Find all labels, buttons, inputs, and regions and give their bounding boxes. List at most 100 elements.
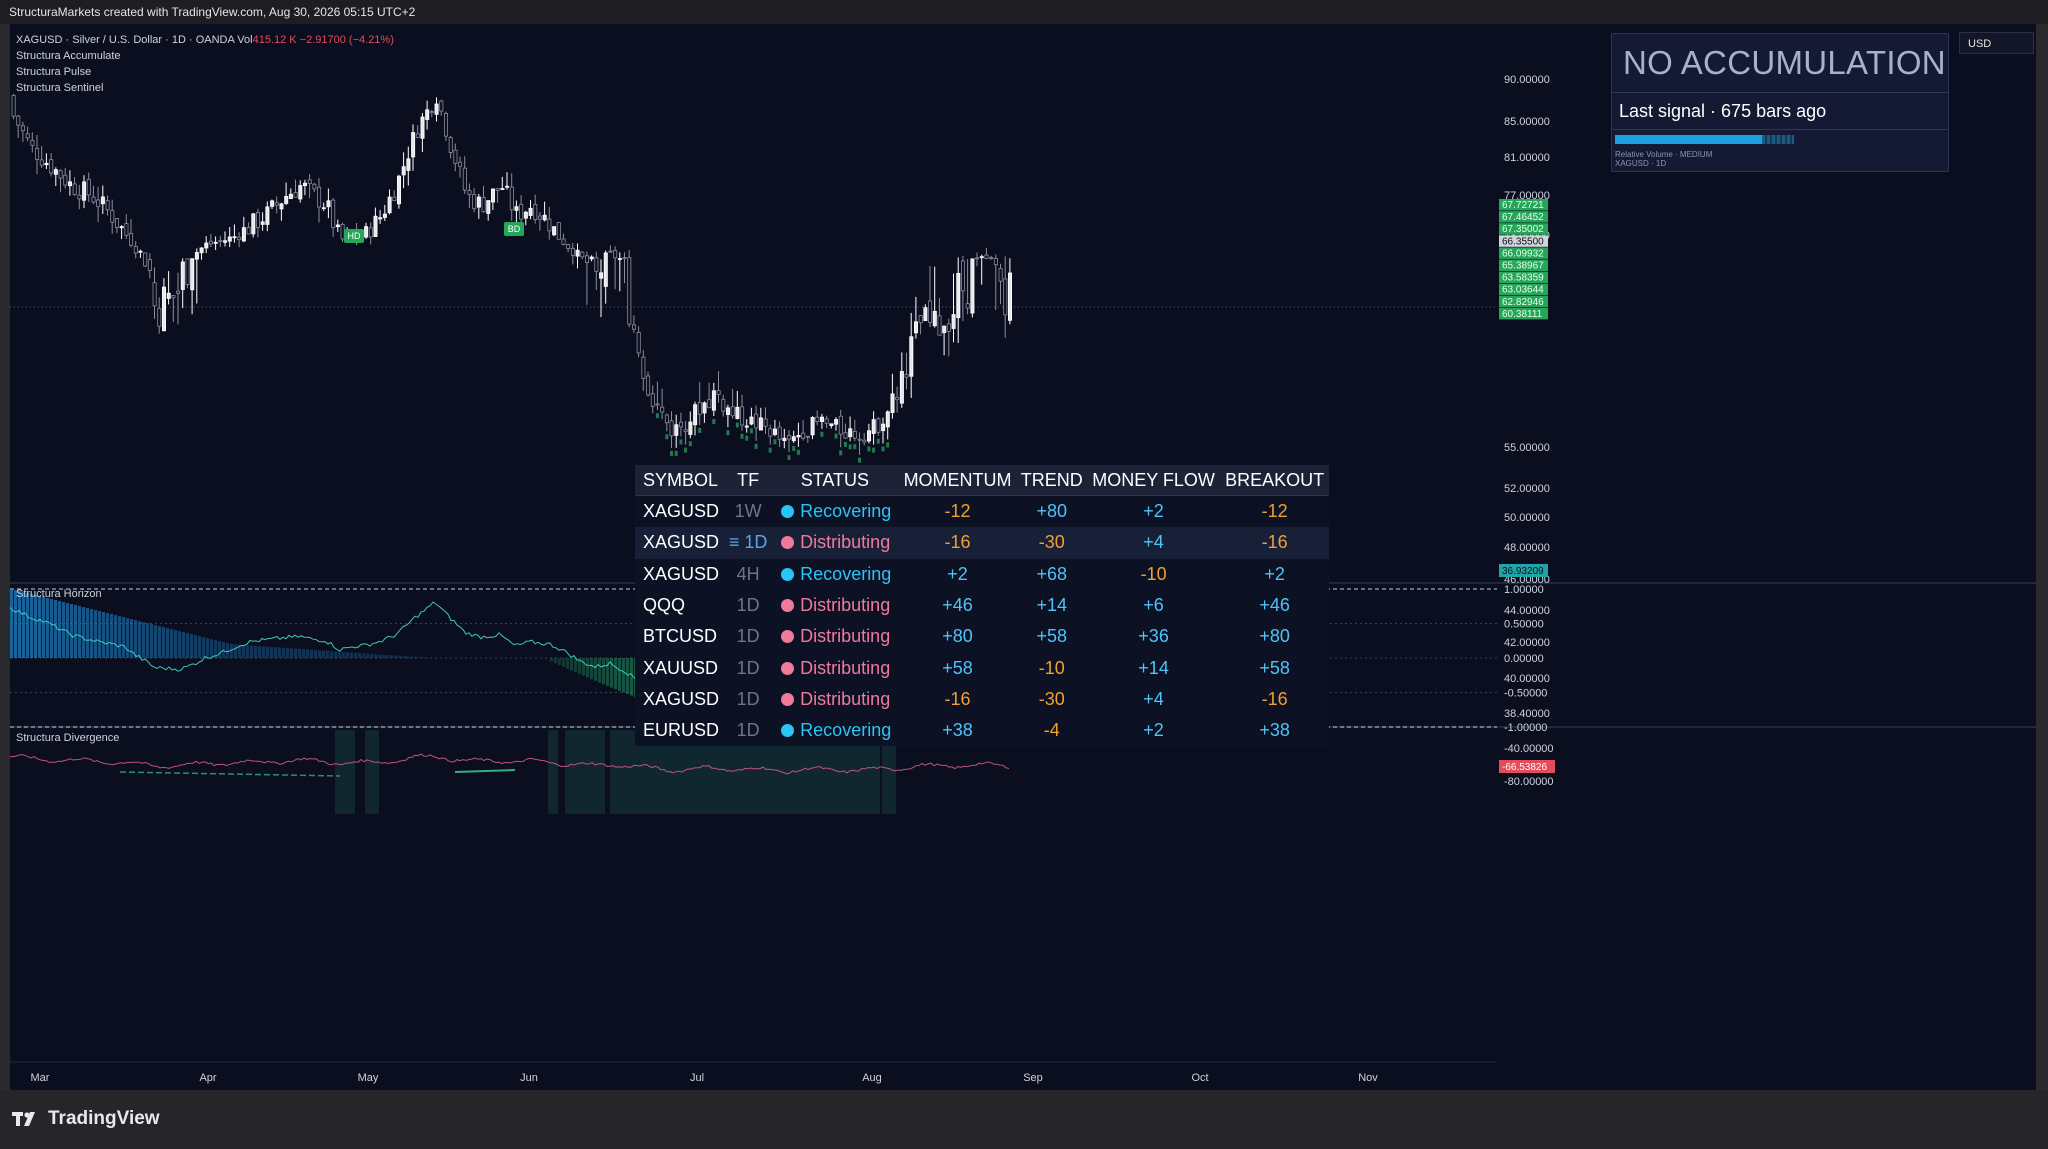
candle-body: [608, 250, 613, 253]
candle-body: [895, 396, 900, 401]
horizon-column: [570, 658, 574, 671]
cell-tf: 1D: [725, 589, 772, 622]
horizon-column: [594, 658, 598, 681]
candle-body: [434, 103, 439, 115]
horizon-column: [94, 610, 98, 658]
legend-vol-value: 415.12 K: [252, 34, 297, 46]
candle-body: [542, 214, 547, 221]
price-axis-tick: 44.00000: [1504, 605, 1550, 617]
candle-body: [321, 207, 326, 210]
status-label: Distributing: [800, 688, 891, 709]
candle-body: [763, 418, 768, 427]
candle-body: [462, 167, 467, 191]
horizon-column: [606, 658, 610, 686]
accumulation-dot: [796, 449, 800, 455]
time-axis-label: Sep: [1023, 1072, 1043, 1084]
status-dot-icon: [781, 505, 795, 519]
horizon-column: [114, 615, 118, 658]
legend-indicator-2[interactable]: Structura Pulse: [16, 64, 394, 80]
horizon-column: [22, 592, 26, 658]
horizon-pane-title[interactable]: Structura Horizon: [16, 588, 102, 600]
horizon-column: [274, 647, 278, 658]
accumulation-dot: [881, 446, 885, 452]
tradingview-brand: TradingView: [48, 1108, 160, 1129]
cell-symbol: QQQ: [635, 589, 726, 622]
accumulation-dot: [820, 431, 824, 437]
chart-area[interactable]: HD BD Mar Apr May Jun Jul Aug Sep Oct Nov 90.00000…: [10, 24, 2036, 1090]
candle-body: [862, 439, 867, 443]
horizon-column: [358, 653, 362, 658]
price-axis-tick: 52.00000: [1504, 483, 1550, 495]
candle-body: [246, 227, 251, 235]
horizon-column: [558, 658, 562, 666]
candle-body: [143, 252, 148, 267]
candle-body: [716, 390, 721, 395]
horizon-column: [414, 656, 418, 658]
divergence-pane-title[interactable]: Structura Divergence: [16, 732, 119, 744]
cell-trend: +14: [1016, 589, 1087, 622]
candle-body: [726, 407, 731, 415]
candle-body: [942, 325, 947, 334]
candle-body: [368, 227, 373, 238]
status-label: Recovering: [800, 563, 892, 584]
candle-body: [72, 183, 77, 195]
candle-body: [218, 240, 223, 242]
status-table-row: XAUUSD 1D Distributing +58 -10 +14 +58: [635, 652, 1329, 684]
candle-body: [35, 148, 40, 160]
status-label: Distributing: [800, 532, 891, 553]
horizon-column: [246, 645, 250, 658]
accumulation-title: NO ACCUMULATION: [1612, 34, 1948, 93]
horizon-column: [566, 658, 570, 669]
horizon-column: [410, 656, 414, 658]
horizon-column: [174, 630, 178, 658]
candle-body: [730, 406, 735, 417]
accumulation-dot: [853, 444, 857, 450]
candle-body: [237, 236, 242, 241]
horizon-column: [602, 658, 606, 685]
horizon-column: [322, 650, 326, 658]
price-level-tag-label: 67.35002: [1502, 224, 1544, 235]
divergence-highlight-band: [365, 730, 379, 814]
currency-button[interactable]: USD: [1959, 32, 2034, 54]
header-money-flow: MONEY FLOW: [1086, 465, 1221, 496]
bottom-price-tag-label: 36.93209: [1502, 566, 1544, 577]
tradingview-logo[interactable]: TradingView: [12, 1108, 160, 1130]
candle-body: [961, 260, 966, 292]
horizon-column: [78, 606, 82, 658]
candle-body: [115, 218, 120, 228]
horizon-column: [42, 597, 46, 658]
legend-symbol[interactable]: XAGUSD · Silver / U.S. Dollar · 1D · OAN…: [16, 34, 234, 46]
candle-body: [16, 115, 21, 126]
status-dot-icon: [781, 567, 795, 581]
cell-status: Distributing: [771, 652, 899, 684]
candle-body: [843, 432, 848, 439]
candle-body: [443, 113, 448, 137]
candle-body: [956, 272, 961, 319]
candle-body: [514, 206, 519, 211]
candle-body: [749, 416, 754, 425]
horizon-column: [178, 631, 182, 658]
horizon-column: [346, 652, 350, 658]
cell-breakout: +38: [1220, 715, 1329, 747]
accumulation-dot: [740, 433, 744, 439]
horizon-column: [334, 651, 338, 658]
candle-body: [655, 403, 660, 406]
candle-body: [998, 268, 1003, 282]
candle-body: [617, 258, 622, 260]
candle-body: [49, 159, 54, 174]
horizon-column: [398, 655, 402, 658]
horizon-column: [138, 621, 142, 658]
status-table: SYMBOL TF STATUS MOMENTUM TREND MONEY FL…: [635, 465, 1329, 747]
candle-body: [241, 227, 246, 242]
candle-body: [810, 416, 815, 436]
candle-body: [274, 202, 279, 206]
legend-indicator-1[interactable]: Structura Accumulate: [16, 48, 394, 64]
candle-body: [260, 221, 265, 225]
status-table-row: QQQ 1D Distributing +46 +14 +6 +46: [635, 589, 1329, 622]
cell-trend: +80: [1016, 495, 1087, 528]
legend-indicator-3[interactable]: Structura Sentinel: [16, 80, 394, 96]
time-axis-label: Jun: [520, 1072, 538, 1084]
horizon-column: [126, 618, 130, 658]
divergence-highlight-band: [335, 730, 355, 814]
candle-body: [815, 416, 820, 422]
